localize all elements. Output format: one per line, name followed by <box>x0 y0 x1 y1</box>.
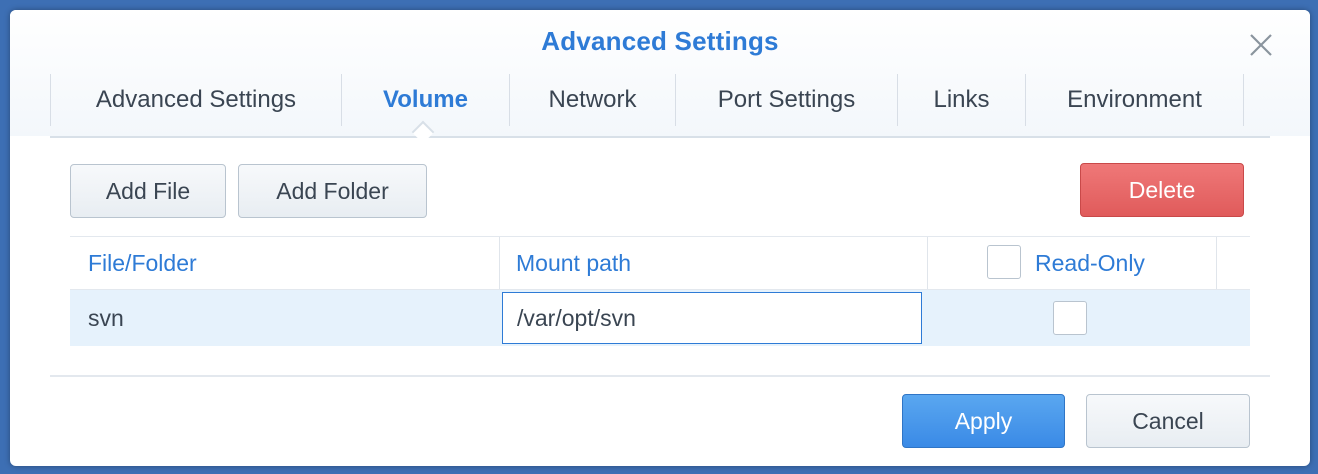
column-separator <box>1216 237 1217 289</box>
advanced-settings-dialog: Advanced Settings Advanced Settings Volu… <box>10 10 1310 466</box>
tab-port-settings[interactable]: Port Settings <box>676 74 897 136</box>
close-icon[interactable] <box>1246 30 1276 60</box>
tab-environment[interactable]: Environment <box>1026 74 1243 136</box>
add-folder-button[interactable]: Add Folder <box>238 164 427 218</box>
column-header-file-folder[interactable]: File/Folder <box>88 237 197 289</box>
tab-links[interactable]: Links <box>898 74 1025 136</box>
cancel-button[interactable]: Cancel <box>1086 394 1250 448</box>
footer-divider <box>50 375 1270 377</box>
file-folder-cell: svn <box>88 305 124 331</box>
add-file-button[interactable]: Add File <box>70 164 226 218</box>
column-separator <box>499 237 500 289</box>
read-only-checkbox[interactable] <box>1053 301 1087 335</box>
mount-path-input[interactable] <box>502 292 922 344</box>
volume-table: File/Folder Mount path Read-Only svn <box>70 236 1250 346</box>
tab-bar: Advanced Settings Volume Network Port Se… <box>50 74 1270 138</box>
table-header: File/Folder Mount path Read-Only <box>70 236 1250 290</box>
column-separator <box>927 237 928 289</box>
apply-button[interactable]: Apply <box>902 394 1065 448</box>
tab-separator <box>1243 74 1244 126</box>
table-row[interactable]: svn <box>70 290 1250 346</box>
tab-advanced-settings[interactable]: Advanced Settings <box>51 74 341 136</box>
column-header-read-only[interactable]: Read-Only <box>1035 237 1145 289</box>
read-only-select-all-checkbox[interactable] <box>987 245 1021 279</box>
tab-network[interactable]: Network <box>510 74 675 136</box>
column-header-mount-path[interactable]: Mount path <box>516 237 631 289</box>
dialog-title: Advanced Settings <box>541 26 779 56</box>
delete-button[interactable]: Delete <box>1080 163 1244 217</box>
